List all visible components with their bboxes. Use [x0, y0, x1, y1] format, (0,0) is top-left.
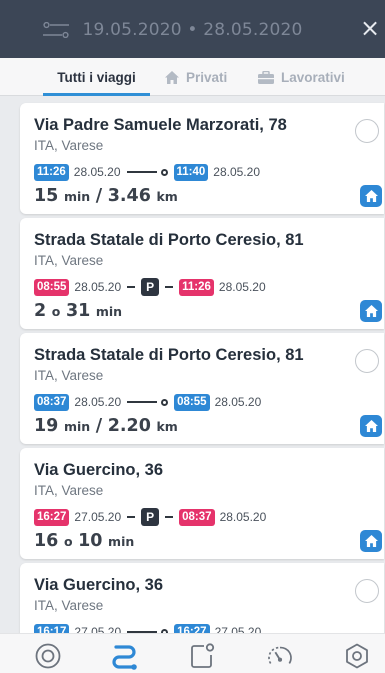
end-date: 28.05.20	[213, 165, 260, 179]
start-date: 28.05.20	[74, 395, 122, 409]
speedometer-icon[interactable]	[266, 642, 294, 670]
select-radio[interactable]	[355, 349, 379, 373]
trip-city: ITA, Varese	[34, 253, 104, 268]
end-time-badge: 16:27	[174, 623, 210, 633]
select-radio[interactable]	[355, 579, 379, 603]
trip-summary: 15 min / 3.46 km	[34, 186, 178, 206]
trip-city: ITA, Varese	[34, 368, 104, 383]
tab-label: Privati	[186, 69, 228, 85]
trip-connector-icon	[126, 168, 168, 176]
parking-icon: P	[127, 278, 174, 296]
end-time-badge: 11:26	[179, 278, 214, 296]
trip-card[interactable]: Strada Statale di Porto Ceresio, 81 ITA,…	[20, 333, 384, 444]
home-icon	[364, 305, 378, 317]
trip-city: ITA, Varese	[34, 138, 104, 153]
parking-duration: 16 o 10 min	[34, 531, 135, 551]
home-category-icon[interactable]	[360, 415, 382, 437]
end-time-badge: 11:40	[173, 163, 209, 181]
tab-label: Lavorativi	[281, 69, 345, 85]
trip-card[interactable]: Via Guercino, 36 ITA, Varese 16:17 27.05…	[20, 563, 384, 633]
trip-time-row: 08:37 28.05.20 08:55 28.05.20	[34, 393, 267, 411]
trip-connector-icon	[127, 398, 169, 406]
home-icon	[364, 420, 378, 432]
trip-address: Via Padre Samuele Marzorati, 78	[34, 116, 287, 134]
end-date: 28.05.20	[219, 510, 267, 524]
start-time-badge: 16:27	[34, 508, 70, 526]
end-date: 28.05.20	[218, 280, 266, 294]
parking-card[interactable]: Via Guercino, 36 ITA, Varese 16:27 27.05…	[20, 448, 384, 559]
parking-time-row: 08:55 28.05.20 P 11:26 28.05.20	[34, 278, 272, 296]
trip-filter-tabs: Tutti i viaggi Privati Lavorativi	[0, 58, 385, 96]
trip-list-screen: 19.05.2020 • 28.05.2020 × Tutti i viaggi…	[0, 0, 385, 673]
home-icon	[165, 70, 179, 84]
trip-list[interactable]: Via Padre Samuele Marzorati, 78 ITA, Var…	[0, 99, 385, 633]
route-icon[interactable]	[110, 642, 138, 670]
close-icon[interactable]: ×	[359, 14, 381, 42]
home-category-icon[interactable]	[360, 530, 382, 552]
start-date: 27.05.20	[74, 510, 122, 524]
trip-address: Via Guercino, 36	[34, 576, 164, 594]
parking-card[interactable]: Strada Statale di Porto Ceresio, 81 ITA,…	[20, 218, 384, 329]
trip-city: ITA, Varese	[34, 483, 104, 498]
start-time-badge: 16:17	[34, 623, 70, 633]
trip-address: Strada Statale di Porto Ceresio, 81	[34, 231, 304, 249]
end-date: 28.05.20	[214, 395, 262, 409]
trip-card[interactable]: Via Padre Samuele Marzorati, 78 ITA, Var…	[20, 103, 384, 214]
start-date: 27.05.20	[74, 625, 122, 633]
parking-time-row: 16:27 27.05.20 P 08:37 28.05.20	[34, 508, 272, 526]
end-date: 27.05.20	[214, 625, 262, 633]
start-date: 28.05.20	[73, 165, 121, 179]
tab-label: Tutti i viaggi	[57, 69, 136, 85]
trip-time-row: 16:17 27.05.20 16:27 27.05.20	[34, 623, 267, 633]
end-time-badge: 08:55	[174, 393, 210, 411]
notification-card-icon[interactable]	[188, 642, 216, 670]
start-time-badge: 11:26	[34, 163, 69, 181]
parking-duration: 2 o 31 min	[34, 301, 123, 321]
trip-time-row: 11:26 28.05.20 11:40 28.05.20	[34, 163, 266, 181]
parking-icon: P	[127, 508, 174, 526]
briefcase-icon	[258, 70, 274, 84]
tab-work[interactable]: Lavorativi	[258, 58, 345, 96]
start-time-badge: 08:55	[34, 278, 70, 296]
home-category-icon[interactable]	[360, 185, 382, 207]
trip-address: Via Guercino, 36	[34, 461, 164, 479]
target-icon[interactable]	[34, 642, 62, 670]
home-category-icon[interactable]	[360, 300, 382, 322]
home-icon	[364, 535, 378, 547]
end-time-badge: 08:37	[179, 508, 215, 526]
home-icon	[364, 190, 378, 202]
header-bar: 19.05.2020 • 28.05.2020 ×	[0, 0, 385, 58]
trip-city: ITA, Varese	[34, 598, 104, 613]
trip-summary: 19 min / 2.20 km	[34, 416, 178, 436]
date-range-label[interactable]: 19.05.2020 • 28.05.2020	[0, 20, 385, 40]
tab-all-trips[interactable]: Tutti i viaggi	[43, 58, 150, 96]
settings-hexagon-icon[interactable]	[343, 642, 371, 670]
trip-address: Strada Statale di Porto Ceresio, 81	[34, 346, 304, 364]
start-time-badge: 08:37	[34, 393, 70, 411]
start-date: 28.05.20	[74, 280, 122, 294]
select-radio[interactable]	[355, 119, 379, 143]
bottom-nav	[0, 633, 385, 673]
tab-private[interactable]: Privati	[165, 58, 227, 96]
